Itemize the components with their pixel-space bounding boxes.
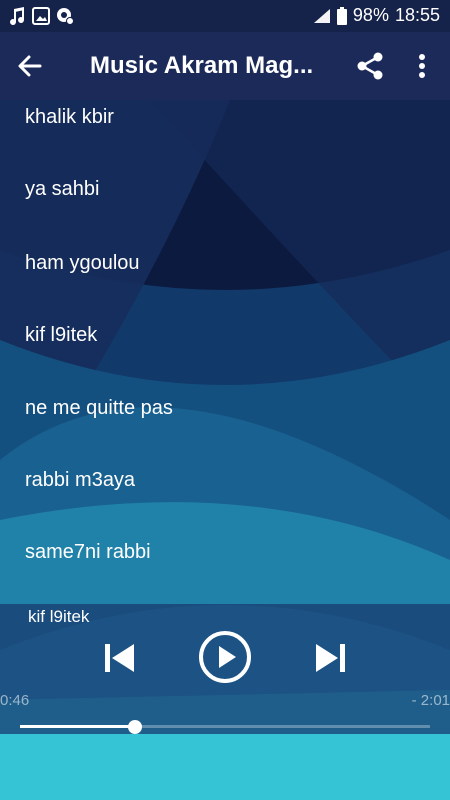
song-title: ya sahbi [25, 178, 100, 200]
song-item-kif-l9itek[interactable]: kif l9itek [0, 324, 450, 396]
song-title: same7ni rabbi [25, 541, 151, 563]
play-icon[interactable] [198, 630, 252, 684]
music-note-icon [10, 7, 25, 26]
song-title: rabbi m3aya [25, 469, 136, 491]
song-item-same7ni-rabbi[interactable]: same7ni rabbi [0, 541, 450, 604]
skip-next-icon[interactable] [312, 640, 348, 676]
song-list: khalik kbir ya sahbi ham ygoulou kif l9i… [0, 100, 450, 604]
song-title: kif l9itek [25, 324, 98, 346]
settings-badge-icon [57, 8, 74, 25]
page-title: Music Akram Mag... [90, 52, 314, 79]
player-panel: kif l9itek 0:46 - 2:01 [0, 604, 450, 734]
seekbar[interactable] [20, 720, 430, 734]
wifi-signal-icon [313, 8, 330, 23]
now-playing-title: kif l9itek [28, 607, 90, 626]
song-item-ham-ygoulou[interactable]: ham ygoulou [0, 252, 450, 324]
bottom-decoration [0, 734, 450, 800]
song-title: ham ygoulou [25, 252, 140, 274]
more-vert-icon[interactable] [408, 50, 436, 82]
image-icon [32, 7, 50, 25]
song-title: ne me quitte pas [25, 397, 173, 419]
time-elapsed: 0:46 [0, 692, 30, 709]
status-bar: 98% 18:55 [0, 0, 450, 32]
song-item-rabbi-m3aya[interactable]: rabbi m3aya [0, 469, 450, 541]
seek-progress [20, 725, 135, 728]
song-item-khalik-kbir[interactable]: khalik kbir [0, 106, 450, 178]
battery-icon [336, 6, 347, 25]
song-title: khalik kbir [25, 106, 114, 128]
song-item-ne-me-quitte-pas[interactable]: ne me quitte pas [0, 397, 450, 469]
clock: 18:55 [394, 5, 440, 25]
app-bar: Music Akram Mag... [0, 32, 450, 100]
battery-percent: 98% [352, 5, 389, 25]
arrow-back-icon[interactable] [14, 50, 46, 82]
skip-previous-icon[interactable] [102, 640, 138, 676]
share-icon[interactable] [354, 50, 386, 82]
seek-thumb[interactable] [128, 720, 142, 734]
song-item-ya-sahbi[interactable]: ya sahbi [0, 178, 450, 250]
notification-icons [8, 6, 74, 26]
time-remaining: - 2:01 [411, 692, 450, 709]
